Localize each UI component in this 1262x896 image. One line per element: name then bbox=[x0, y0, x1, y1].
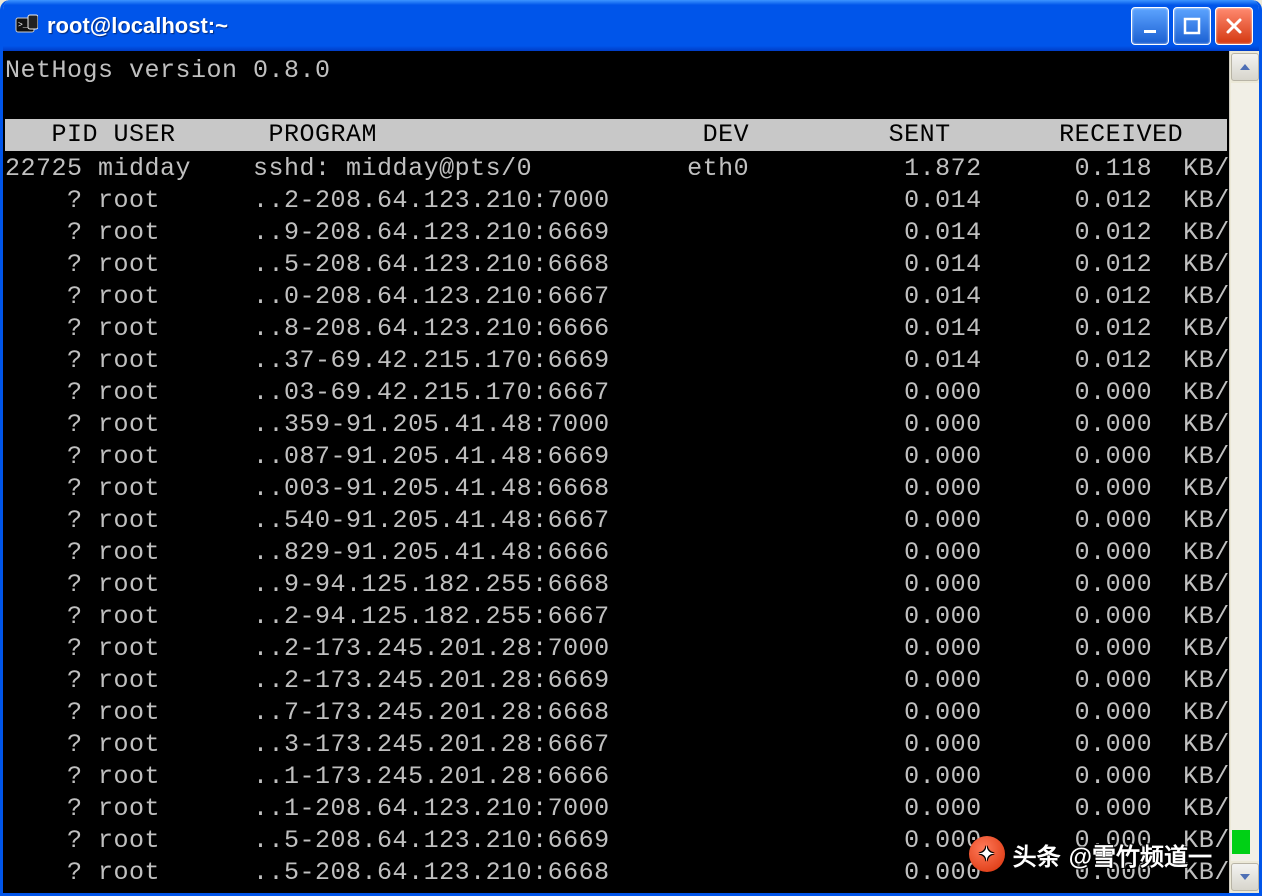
table-row: ? root ..03-69.42.215.170:6667 0.000 0.0… bbox=[5, 377, 1227, 409]
table-row: ? root ..0-208.64.123.210:6667 0.014 0.0… bbox=[5, 281, 1227, 313]
scroll-track[interactable] bbox=[1231, 83, 1259, 861]
table-row: 22725 midday sshd: midday@pts/0 eth0 1.8… bbox=[5, 153, 1227, 185]
table-row: ? root ..087-91.205.41.48:6669 0.000 0.0… bbox=[5, 441, 1227, 473]
table-row: ? root ..1-208.64.123.210:7000 0.000 0.0… bbox=[5, 793, 1227, 825]
table-row: ? root ..9-94.125.182.255:6668 0.000 0.0… bbox=[5, 569, 1227, 601]
scroll-up-button[interactable] bbox=[1231, 53, 1259, 81]
table-row: ? root ..5-208.64.123.210:6668 0.000 0.0… bbox=[5, 857, 1227, 889]
table-row: ? root ..7-173.245.201.28:6668 0.000 0.0… bbox=[5, 697, 1227, 729]
terminal-icon: >_ bbox=[13, 13, 39, 39]
table-row: ? root ..540-91.205.41.48:6667 0.000 0.0… bbox=[5, 505, 1227, 537]
version-line: NetHogs version 0.8.0 bbox=[5, 55, 1227, 87]
table-row: ? root ..2-173.245.201.28:7000 0.000 0.0… bbox=[5, 633, 1227, 665]
table-row: ? root ..8-208.64.123.210:6666 0.014 0.0… bbox=[5, 313, 1227, 345]
window-title: root@localhost:~ bbox=[47, 13, 1131, 39]
window-frame: >_ root@localhost:~ NetHogs version 0.8.… bbox=[0, 0, 1262, 896]
svg-text:>_: >_ bbox=[18, 21, 28, 30]
cursor-block-icon bbox=[1232, 830, 1250, 854]
vertical-scrollbar[interactable] bbox=[1229, 51, 1259, 893]
close-button[interactable] bbox=[1215, 7, 1253, 45]
client-area: NetHogs version 0.8.0 PID USER PROGRAM D… bbox=[3, 51, 1259, 893]
table-row: ? root ..359-91.205.41.48:7000 0.000 0.0… bbox=[5, 409, 1227, 441]
table-row: ? root ..2-94.125.182.255:6667 0.000 0.0… bbox=[5, 601, 1227, 633]
table-row: ? root ..5-208.64.123.210:6669 0.000 0.0… bbox=[5, 825, 1227, 857]
table-row: ? root ..5-208.64.123.210:6668 0.014 0.0… bbox=[5, 249, 1227, 281]
table-row: ? root ..1-173.245.201.28:6666 0.000 0.0… bbox=[5, 761, 1227, 793]
table-row: ? root ..3-173.245.201.28:6667 0.000 0.0… bbox=[5, 729, 1227, 761]
table-row: ? root ..003-91.205.41.48:6668 0.000 0.0… bbox=[5, 473, 1227, 505]
table-row: ? root ..2-173.245.201.28:6669 0.000 0.0… bbox=[5, 665, 1227, 697]
terminal-output[interactable]: NetHogs version 0.8.0 PID USER PROGRAM D… bbox=[3, 51, 1229, 893]
window-controls bbox=[1131, 7, 1253, 45]
table-row: ? root ..9-208.64.123.210:6669 0.014 0.0… bbox=[5, 217, 1227, 249]
table-row: ? root ..829-91.205.41.48:6666 0.000 0.0… bbox=[5, 537, 1227, 569]
minimize-button[interactable] bbox=[1131, 7, 1169, 45]
scroll-down-button[interactable] bbox=[1231, 863, 1259, 891]
table-header: PID USER PROGRAM DEV SENT RECEIVED bbox=[5, 119, 1227, 151]
table-row: ? root ..37-69.42.215.170:6669 0.014 0.0… bbox=[5, 345, 1227, 377]
title-bar[interactable]: >_ root@localhost:~ bbox=[3, 0, 1259, 51]
table-row: ? root ..2-208.64.123.210:7000 0.014 0.0… bbox=[5, 185, 1227, 217]
maximize-button[interactable] bbox=[1173, 7, 1211, 45]
